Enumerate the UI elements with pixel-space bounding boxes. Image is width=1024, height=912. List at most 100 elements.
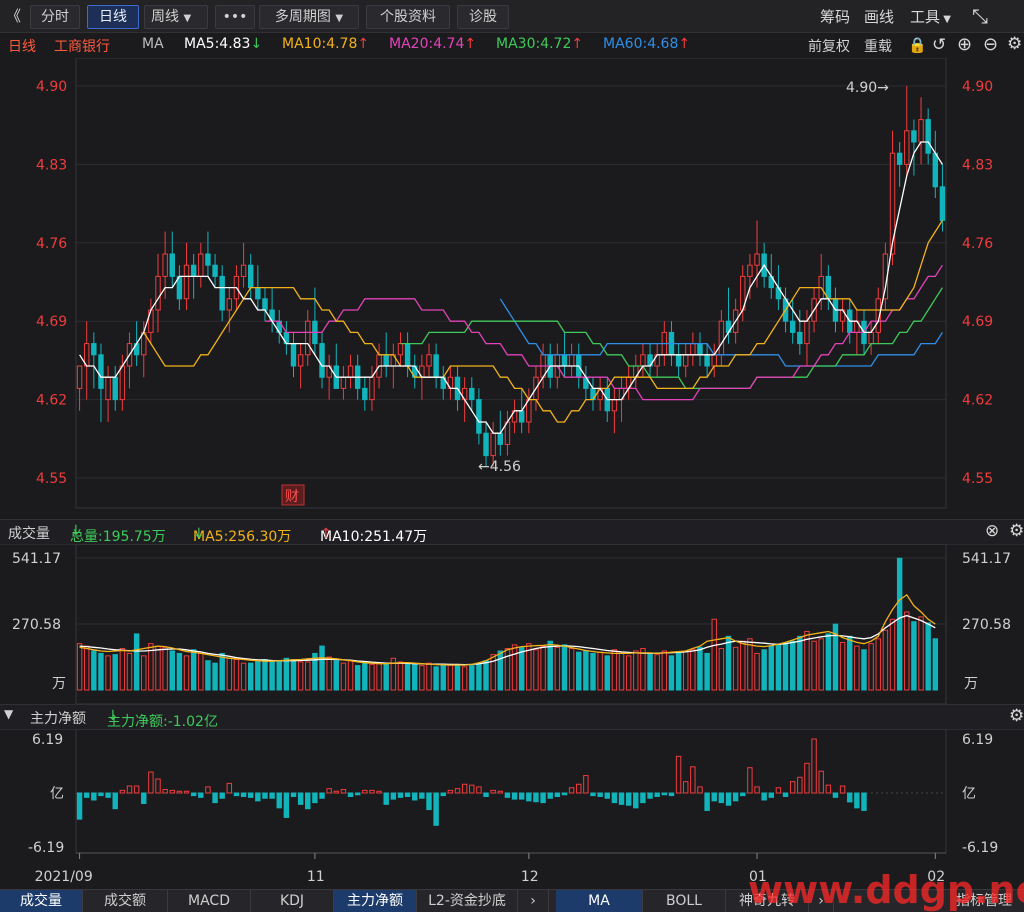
volume-bar	[918, 616, 924, 691]
flow-bar	[404, 792, 411, 797]
candle-body	[675, 354, 682, 367]
flow-bar	[718, 792, 725, 804]
flow-bar	[668, 792, 675, 797]
y-tick-label: 4.76	[36, 236, 67, 252]
main-flow-title[interactable]: 主力净额	[30, 708, 86, 728]
stock-info-button[interactable]: 个股资料	[366, 5, 450, 29]
flow-bar	[618, 792, 625, 805]
ma30-legend: MA30:4.72↑	[496, 36, 583, 52]
volume-bar	[654, 654, 660, 691]
zoom-in-icon[interactable]: ⊕	[957, 34, 972, 55]
volume-total: 总量:195.75万 ↓	[70, 523, 166, 545]
settings-icon[interactable]: ⚙	[1009, 521, 1024, 541]
flow-bar	[661, 792, 668, 796]
volume-bar	[882, 629, 889, 691]
tab-boll[interactable]: BOLL	[643, 890, 726, 912]
volume-bar	[376, 662, 382, 691]
candle-body	[240, 264, 247, 277]
more-button[interactable]: •••	[215, 5, 255, 29]
close-icon[interactable]: ⊗	[985, 521, 999, 541]
flow-bar	[761, 792, 767, 801]
flow-bar	[861, 792, 867, 811]
chips-button[interactable]: 筹码	[820, 6, 850, 27]
flow-bar	[854, 792, 860, 809]
tab-kdj[interactable]: KDJ	[251, 890, 334, 912]
candle-body	[155, 275, 161, 311]
volume-bar	[440, 665, 446, 691]
collapse-icon[interactable]: ⤡	[972, 4, 988, 28]
volume-bar	[112, 654, 118, 691]
candle-body	[383, 354, 389, 367]
flow-bar	[547, 792, 553, 799]
candle-body	[911, 130, 917, 143]
ma60-legend: MA60:4.68↑	[603, 36, 690, 52]
candle-body	[105, 376, 111, 401]
volume-bar	[789, 640, 796, 691]
volume-bar	[255, 660, 261, 691]
candle-body	[297, 354, 304, 367]
undo-icon[interactable]: ↺	[932, 35, 946, 55]
lock-icon[interactable]: 🔒	[908, 36, 927, 54]
zoom-out-icon[interactable]: ⊖	[983, 34, 998, 55]
flow-bar	[711, 792, 717, 802]
low-annotation: ←4.56	[478, 459, 521, 475]
volume-bar	[233, 659, 240, 691]
candle-body	[91, 343, 97, 356]
chevron-right-icon[interactable]: ›	[518, 890, 549, 912]
tab-volume[interactable]: 成交量	[0, 890, 83, 912]
flow-bar	[419, 792, 425, 799]
tab-weekly[interactable]: 周线 ▼	[144, 5, 208, 29]
y-tick-label: 4.69	[36, 314, 67, 330]
main-flow-chart[interactable]: 6.19亿-6.196.19亿-6.192021/09 11 12 01 02	[0, 729, 1024, 889]
tab-daily[interactable]: 日线	[87, 5, 139, 29]
flow-bar	[704, 792, 710, 811]
volume-bar	[476, 662, 482, 691]
reload-button[interactable]: 重载	[864, 36, 892, 56]
volume-bar	[354, 665, 361, 691]
tab-l2-bottom-fishing[interactable]: L2-资金抄底	[417, 890, 518, 912]
flow-bar	[376, 790, 382, 794]
flow-bar	[262, 792, 268, 799]
flow-bar	[98, 792, 104, 797]
settings-icon[interactable]: ⚙	[1009, 706, 1024, 726]
tab-turnover[interactable]: 成交额	[83, 890, 168, 912]
candlestick-chart[interactable]: 4.90 4.90 4.83 4.83 4.76 4.76 4.69 4.69 4.62 4.62…	[0, 58, 1024, 518]
candle-body	[718, 320, 725, 356]
tools-button[interactable]: 工具 ▼	[910, 6, 951, 27]
volume-bar	[839, 641, 846, 691]
volume-title[interactable]: 成交量	[8, 523, 50, 543]
flow-bar	[454, 788, 461, 794]
tab-ma[interactable]: MA	[556, 890, 643, 912]
tab-main-flow[interactable]: 主力净额	[334, 890, 417, 912]
flow-bar	[162, 789, 168, 794]
flow-bar	[847, 792, 853, 803]
flow-bar	[248, 792, 254, 798]
candle-body	[476, 399, 482, 434]
candle-body	[932, 152, 939, 188]
candle-body	[797, 331, 803, 345]
back-icon[interactable]: 《	[6, 5, 21, 26]
flow-bar	[383, 792, 389, 805]
tab-macd[interactable]: MACD	[168, 890, 251, 912]
flow-bar	[205, 786, 211, 794]
volume-bar	[668, 655, 675, 691]
ma60-value: MA60:4.68	[603, 36, 679, 52]
flow-bar	[568, 787, 575, 794]
diagnose-button[interactable]: 诊股	[457, 5, 509, 29]
settings-icon[interactable]: ⚙	[1007, 34, 1022, 54]
flow-bar	[839, 785, 846, 794]
forward-adjust-button[interactable]: 前复权	[808, 36, 850, 56]
multi-period-button[interactable]: 多周期图 ▼	[259, 5, 359, 29]
volume-bar	[861, 649, 867, 691]
volume-bar	[904, 611, 910, 691]
volume-chart[interactable]: 541.17 541.17 270.58 270.58 万 万	[0, 544, 1024, 704]
volume-bar	[412, 663, 418, 691]
draw-line-button[interactable]: 画线	[864, 6, 894, 27]
volume-bar	[126, 652, 133, 691]
collapse-icon[interactable]: ▼	[4, 707, 13, 721]
candle-body	[340, 376, 347, 389]
volume-bar	[490, 654, 496, 691]
ma-indicator-label[interactable]: MA	[142, 36, 164, 52]
y-tick-label: 4.55	[36, 471, 67, 487]
tab-intraday[interactable]: 分时	[30, 5, 80, 29]
